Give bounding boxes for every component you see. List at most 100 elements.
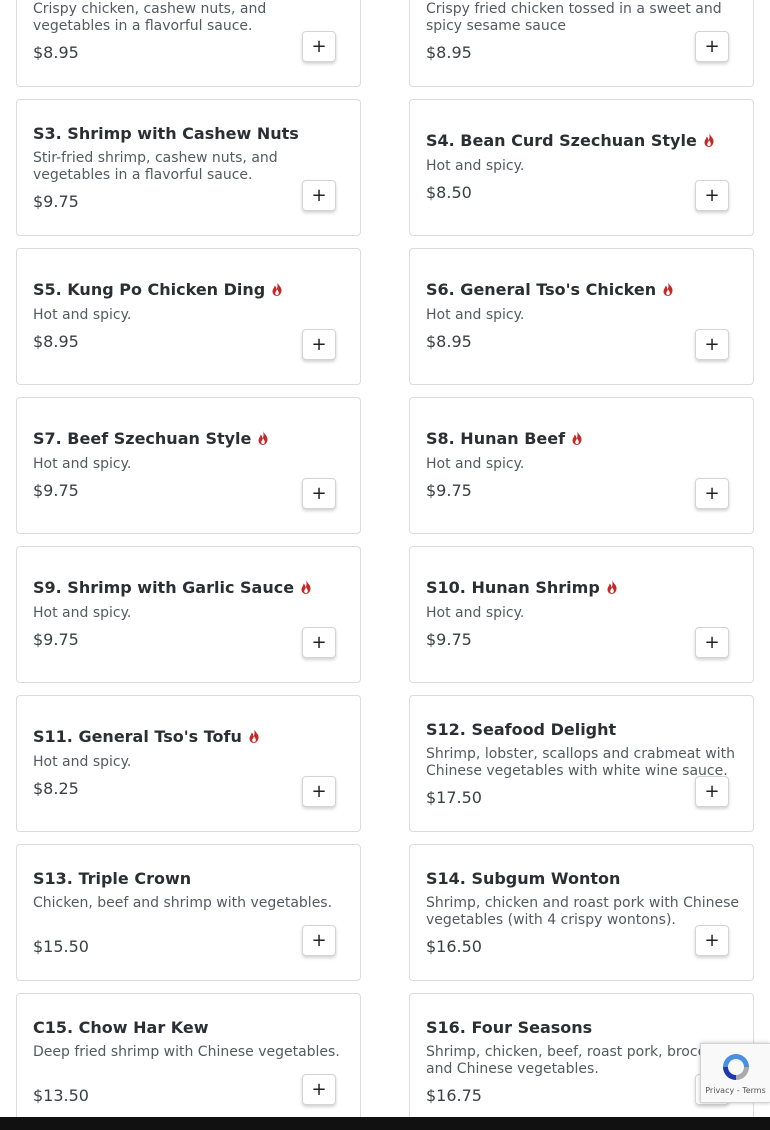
menu-item-price: $13.50	[33, 1086, 89, 1105]
menu-item-name-text: S14. Subgum Wonton	[426, 869, 621, 888]
add-to-cart-button[interactable]: +	[302, 776, 336, 807]
add-to-cart-button[interactable]: +	[302, 925, 336, 956]
menu-item-name: S8. Hunan Beef	[426, 429, 743, 449]
add-to-cart-button[interactable]: +	[302, 627, 336, 658]
menu-item-name-text: S6. General Tso's Chicken	[426, 280, 657, 299]
menu-item-name: S12. Seafood Delight	[426, 720, 743, 740]
menu-item-name: S9. Shrimp with Garlic Sauce	[33, 578, 350, 598]
recaptcha-badge[interactable]: Privacy - Terms	[700, 1043, 770, 1103]
add-to-cart-button[interactable]: +	[695, 478, 729, 509]
spicy-flame-icon	[300, 579, 312, 594]
menu-item-card[interactable]: Crispy chicken, cashew nuts, and vegetab…	[16, 0, 361, 87]
recaptcha-icon	[722, 1054, 749, 1080]
menu-item-price: $9.75	[426, 481, 472, 500]
spicy-flame-icon	[606, 579, 618, 594]
spicy-flame-icon	[271, 281, 283, 296]
menu-item-name-text: S11. General Tso's Tofu	[33, 727, 242, 746]
menu-item-price: $9.75	[33, 481, 79, 500]
menu-item-name: S5. Kung Po Chicken Ding	[33, 280, 350, 300]
menu-item-description: Hot and spicy.	[33, 754, 132, 770]
menu-item-description: Hot and spicy.	[426, 605, 525, 621]
menu-item-description: Shrimp, lobster, scallops and crabmeat w…	[426, 746, 735, 779]
menu-item-name-text: S3. Shrimp with Cashew Nuts	[33, 124, 299, 143]
menu-item-price: $9.75	[426, 630, 472, 649]
menu-item-description: Stir-fried shrimp, cashew nuts, and vege…	[33, 150, 278, 183]
menu-item-description: Shrimp, chicken and roast pork with Chin…	[426, 895, 739, 928]
menu-item-card[interactable]: S4. Bean Curd Szechuan Style Hot and spic…	[409, 99, 754, 236]
menu-item-card[interactable]: S3. Shrimp with Cashew Nuts Stir-fried sh…	[16, 99, 361, 236]
menu-item-name-text: S4. Bean Curd Szechuan Style	[426, 131, 697, 150]
menu-item-card[interactable]: S9. Shrimp with Garlic Sauce Hot and spic…	[16, 546, 361, 683]
add-to-cart-button[interactable]: +	[302, 329, 336, 360]
add-to-cart-button[interactable]: +	[302, 1074, 336, 1105]
menu-item-name: S4. Bean Curd Szechuan Style	[426, 131, 743, 151]
menu-item-price: $8.25	[33, 779, 79, 798]
menu-item-name-text: S9. Shrimp with Garlic Sauce	[33, 578, 295, 597]
spicy-flame-icon	[257, 430, 269, 445]
add-to-cart-button[interactable]: +	[695, 31, 729, 62]
menu-item-name: S7. Beef Szechuan Style	[33, 429, 350, 449]
add-to-cart-button[interactable]: +	[695, 925, 729, 956]
menu-item-name-text: C15. Chow Har Kew	[33, 1018, 209, 1037]
menu-item-price: $16.75	[426, 1086, 482, 1105]
add-to-cart-button[interactable]: +	[695, 627, 729, 658]
menu-item-description: Hot and spicy.	[33, 307, 132, 323]
bottom-bar	[0, 1117, 770, 1130]
spicy-flame-icon	[703, 132, 715, 147]
spicy-flame-icon	[571, 430, 583, 445]
menu-item-price: $8.95	[426, 332, 472, 351]
menu-item-description: Shrimp, chicken, beef, roast pork, brocc…	[426, 1044, 722, 1077]
menu-item-description: Hot and spicy.	[33, 605, 132, 621]
menu-item-name: S13. Triple Crown	[33, 869, 350, 889]
menu-item-price: $8.95	[33, 43, 79, 62]
menu-item-description: Deep fried shrimp with Chinese vegetable…	[33, 1044, 340, 1060]
menu-item-card[interactable]: S5. Kung Po Chicken Ding Hot and spicy. $8…	[16, 248, 361, 385]
menu-item-price: $16.50	[426, 937, 482, 956]
menu-item-name: S14. Subgum Wonton	[426, 869, 743, 889]
menu-item-name-text: S16. Four Seasons	[426, 1018, 593, 1037]
menu-item-name-text: S12. Seafood Delight	[426, 720, 617, 739]
recaptcha-links[interactable]: Privacy - Terms	[705, 1086, 766, 1095]
spicy-flame-icon	[248, 728, 260, 743]
add-to-cart-button[interactable]: +	[302, 180, 336, 211]
menu-item-description: Crispy fried chicken tossed in a sweet a…	[426, 1, 722, 34]
menu-item-card[interactable]: S13. Triple Crown Chicken, beef and shrim…	[16, 844, 361, 981]
add-to-cart-button[interactable]: +	[695, 329, 729, 360]
menu-item-name-text: S7. Beef Szechuan Style	[33, 429, 252, 448]
menu-item-description: Crispy chicken, cashew nuts, and vegetab…	[33, 1, 267, 34]
menu-item-price: $8.50	[426, 183, 472, 202]
add-to-cart-button[interactable]: +	[695, 180, 729, 211]
menu-item-name: S11. General Tso's Tofu	[33, 727, 350, 747]
menu-item-card[interactable]: S14. Subgum Wonton Shrimp, chicken and ro…	[409, 844, 754, 981]
menu-item-card[interactable]: S8. Hunan Beef Hot and spicy. $9.75 +	[409, 397, 754, 534]
spicy-flame-icon	[662, 281, 674, 296]
menu-item-price: $17.50	[426, 788, 482, 807]
menu-item-name-text: S13. Triple Crown	[33, 869, 192, 888]
menu-item-card[interactable]: S6. General Tso's Chicken Hot and spicy. $…	[409, 248, 754, 385]
menu-item-name: S16. Four Seasons	[426, 1018, 743, 1038]
menu-item-price: $8.95	[426, 43, 472, 62]
menu-item-price: $15.50	[33, 937, 89, 956]
menu-item-name: S10. Hunan Shrimp	[426, 578, 743, 598]
menu-item-price: $9.75	[33, 630, 79, 649]
menu-item-description: Hot and spicy.	[426, 307, 525, 323]
menu-item-name-text: S5. Kung Po Chicken Ding	[33, 280, 266, 299]
menu-item-card[interactable]: S12. Seafood Delight Shrimp, lobster, sca…	[409, 695, 754, 832]
add-to-cart-button[interactable]: +	[302, 31, 336, 62]
menu-item-description: Hot and spicy.	[33, 456, 132, 472]
menu-item-card[interactable]: Crispy fried chicken tossed in a sweet a…	[409, 0, 754, 87]
add-to-cart-button[interactable]: +	[302, 478, 336, 509]
menu-item-name-text: S10. Hunan Shrimp	[426, 578, 600, 597]
menu-item-card[interactable]: C15. Chow Har Kew Deep fried shrimp with …	[16, 993, 361, 1130]
menu-item-description: Hot and spicy.	[426, 158, 525, 174]
menu-item-name-text: S8. Hunan Beef	[426, 429, 566, 448]
menu-item-price: $9.75	[33, 192, 79, 211]
add-to-cart-button[interactable]: +	[695, 776, 729, 807]
menu-item-description: Hot and spicy.	[426, 456, 525, 472]
menu-item-name: C15. Chow Har Kew	[33, 1018, 350, 1038]
menu-item-description: Chicken, beef and shrimp with vegetables…	[33, 895, 333, 911]
menu-item-card[interactable]: S11. General Tso's Tofu Hot and spicy. $8.…	[16, 695, 361, 832]
menu-item-price: $8.95	[33, 332, 79, 351]
menu-item-card[interactable]: S7. Beef Szechuan Style Hot and spicy. $9.…	[16, 397, 361, 534]
menu-item-card[interactable]: S10. Hunan Shrimp Hot and spicy. $9.75 +	[409, 546, 754, 683]
